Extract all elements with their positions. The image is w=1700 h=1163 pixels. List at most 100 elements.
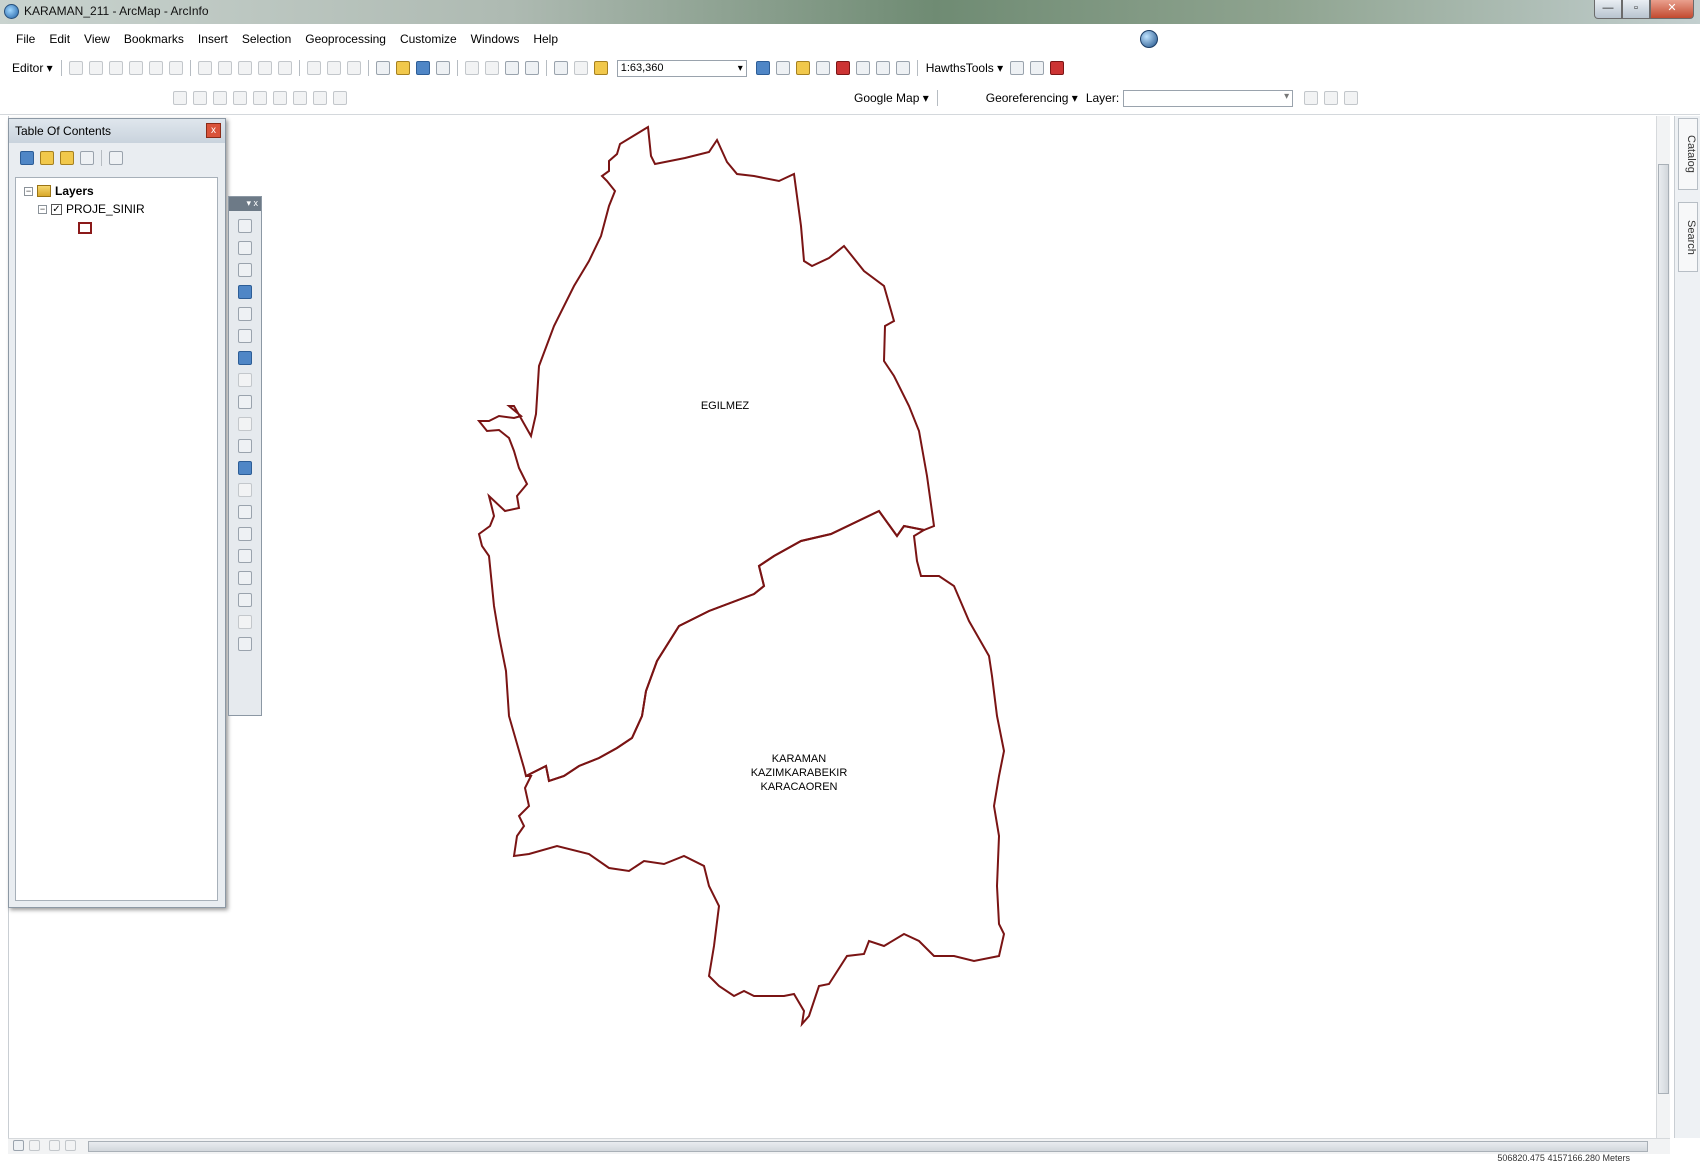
point-icon[interactable]	[168, 61, 183, 75]
find-icon[interactable]	[238, 549, 252, 563]
list-by-drawing-order-icon[interactable]	[20, 151, 34, 165]
pan-icon[interactable]	[238, 263, 252, 277]
hyperlink-icon[interactable]	[238, 483, 252, 497]
find-route-icon[interactable]	[238, 571, 252, 585]
split-edge-icon[interactable]	[213, 91, 227, 105]
map-scale-select[interactable]: 1:63,360	[616, 59, 747, 77]
straight-segment-icon[interactable]	[108, 61, 123, 75]
menu-windows[interactable]: Windows	[471, 32, 520, 46]
menu-insert[interactable]: Insert	[198, 32, 228, 46]
fixed-zoom-in-icon[interactable]	[238, 307, 252, 321]
endpoint-arc-icon[interactable]	[128, 61, 143, 75]
validate-icon[interactable]	[273, 91, 287, 105]
egilmez-boundary[interactable]	[476, 125, 936, 783]
redo-icon[interactable]	[573, 61, 588, 75]
tree-row-layers[interactable]: − Layers	[24, 184, 94, 198]
reshape-icon[interactable]	[217, 61, 232, 75]
add-data-icon[interactable]	[593, 61, 608, 75]
list-by-source-icon[interactable]	[40, 151, 54, 165]
tree-row-proje-sinir[interactable]: − ✓ PROJE_SINIR	[38, 202, 145, 216]
forward-extent-icon[interactable]	[238, 373, 252, 387]
menu-selection[interactable]: Selection	[242, 32, 291, 46]
edit-vertices-icon[interactable]	[197, 61, 212, 75]
hawths-tool-icon[interactable]	[1050, 61, 1065, 75]
search-tab[interactable]: Search	[1678, 202, 1698, 272]
clear-selection-icon[interactable]	[238, 417, 252, 431]
collapse-layer-icon[interactable]: −	[38, 204, 47, 214]
save-icon[interactable]	[415, 61, 430, 75]
data-view-icon[interactable]	[13, 1140, 24, 1151]
shared-features-icon[interactable]	[333, 91, 347, 105]
go-to-xy-icon[interactable]	[238, 593, 252, 607]
globe-icon[interactable]	[1140, 30, 1158, 48]
minimize-button[interactable]: —	[1594, 0, 1622, 19]
toc-close-icon[interactable]: x	[206, 123, 221, 138]
trace-icon[interactable]	[148, 61, 163, 75]
back-extent-icon[interactable]	[238, 351, 252, 365]
whats-this-icon[interactable]	[895, 61, 910, 75]
horizontal-scrollbar[interactable]	[8, 1138, 1670, 1154]
topology-edit-icon[interactable]	[173, 91, 187, 105]
print-icon[interactable]	[435, 61, 450, 75]
fixed-zoom-out-icon[interactable]	[238, 329, 252, 343]
new-document-icon[interactable]	[375, 61, 390, 75]
menu-customize[interactable]: Customize	[400, 32, 457, 46]
rotate-georef-icon[interactable]	[1304, 91, 1319, 105]
zoom-in-icon[interactable]	[238, 219, 252, 233]
sketch-properties-icon[interactable]	[326, 61, 341, 75]
zoom-out-icon[interactable]	[238, 241, 252, 255]
vertical-scroll-thumb[interactable]	[1658, 164, 1669, 1094]
paste-icon[interactable]	[504, 61, 519, 75]
select-features-icon[interactable]	[238, 395, 252, 409]
layer-select[interactable]	[1123, 89, 1294, 107]
random-points-icon[interactable]	[1030, 61, 1045, 75]
delete-icon[interactable]	[524, 61, 539, 75]
toc-options-icon[interactable]	[109, 151, 123, 165]
table-of-contents-icon[interactable]	[775, 61, 790, 75]
edit-tool-icon[interactable]	[68, 61, 83, 75]
undo-icon[interactable]	[553, 61, 568, 75]
google-map-menu[interactable]: Google Map ▾	[854, 91, 929, 105]
time-slider-icon[interactable]	[238, 615, 252, 629]
close-button[interactable]: ✕	[1650, 0, 1694, 19]
layout-view-icon[interactable]	[29, 1140, 40, 1151]
html-popup-icon[interactable]	[238, 505, 252, 519]
maximize-button[interactable]: ▫	[1622, 0, 1650, 19]
fix-topology-icon[interactable]	[313, 91, 327, 105]
copy-icon[interactable]	[484, 61, 499, 75]
move-node-icon[interactable]	[233, 91, 247, 105]
refresh-view-icon[interactable]	[49, 1140, 60, 1151]
vertical-scrollbar[interactable]	[1656, 116, 1670, 1138]
model-builder-icon[interactable]	[875, 61, 890, 75]
arctoolbox-icon[interactable]	[835, 61, 850, 75]
menu-view[interactable]: View	[84, 32, 110, 46]
create-viewer-icon[interactable]	[238, 637, 252, 651]
add-control-points-icon[interactable]	[1324, 91, 1339, 105]
list-by-selection-icon[interactable]	[80, 151, 94, 165]
menu-help[interactable]: Help	[533, 32, 558, 46]
search-window-icon[interactable]	[815, 61, 830, 75]
menu-file[interactable]: File	[16, 32, 35, 46]
list-by-visibility-icon[interactable]	[60, 151, 74, 165]
collapse-layers-icon[interactable]: −	[24, 186, 33, 196]
menu-edit[interactable]: Edit	[49, 32, 70, 46]
hawthstools-menu[interactable]: HawthsTools ▾	[926, 61, 1003, 75]
menu-bookmarks[interactable]: Bookmarks	[124, 32, 184, 46]
measure-icon[interactable]	[238, 527, 252, 541]
select-elements-icon[interactable]	[238, 439, 252, 453]
modify-edge-icon[interactable]	[193, 91, 207, 105]
align-edge-icon[interactable]	[253, 91, 267, 105]
horizontal-scroll-thumb[interactable]	[88, 1141, 1648, 1152]
pause-drawing-icon[interactable]	[65, 1140, 76, 1151]
rotate-icon[interactable]	[277, 61, 292, 75]
cut-icon[interactable]	[464, 61, 479, 75]
layer-visibility-checkbox[interactable]: ✓	[51, 203, 62, 215]
catalog-window-icon[interactable]	[795, 61, 810, 75]
python-window-icon[interactable]	[855, 61, 870, 75]
create-features-icon[interactable]	[346, 61, 361, 75]
editor-toolbar-icon[interactable]	[755, 61, 770, 75]
identify-icon[interactable]	[238, 461, 252, 475]
georeferencing-menu[interactable]: Georeferencing ▾	[986, 91, 1078, 105]
error-inspector-icon[interactable]	[293, 91, 307, 105]
full-extent-icon[interactable]	[238, 285, 252, 299]
